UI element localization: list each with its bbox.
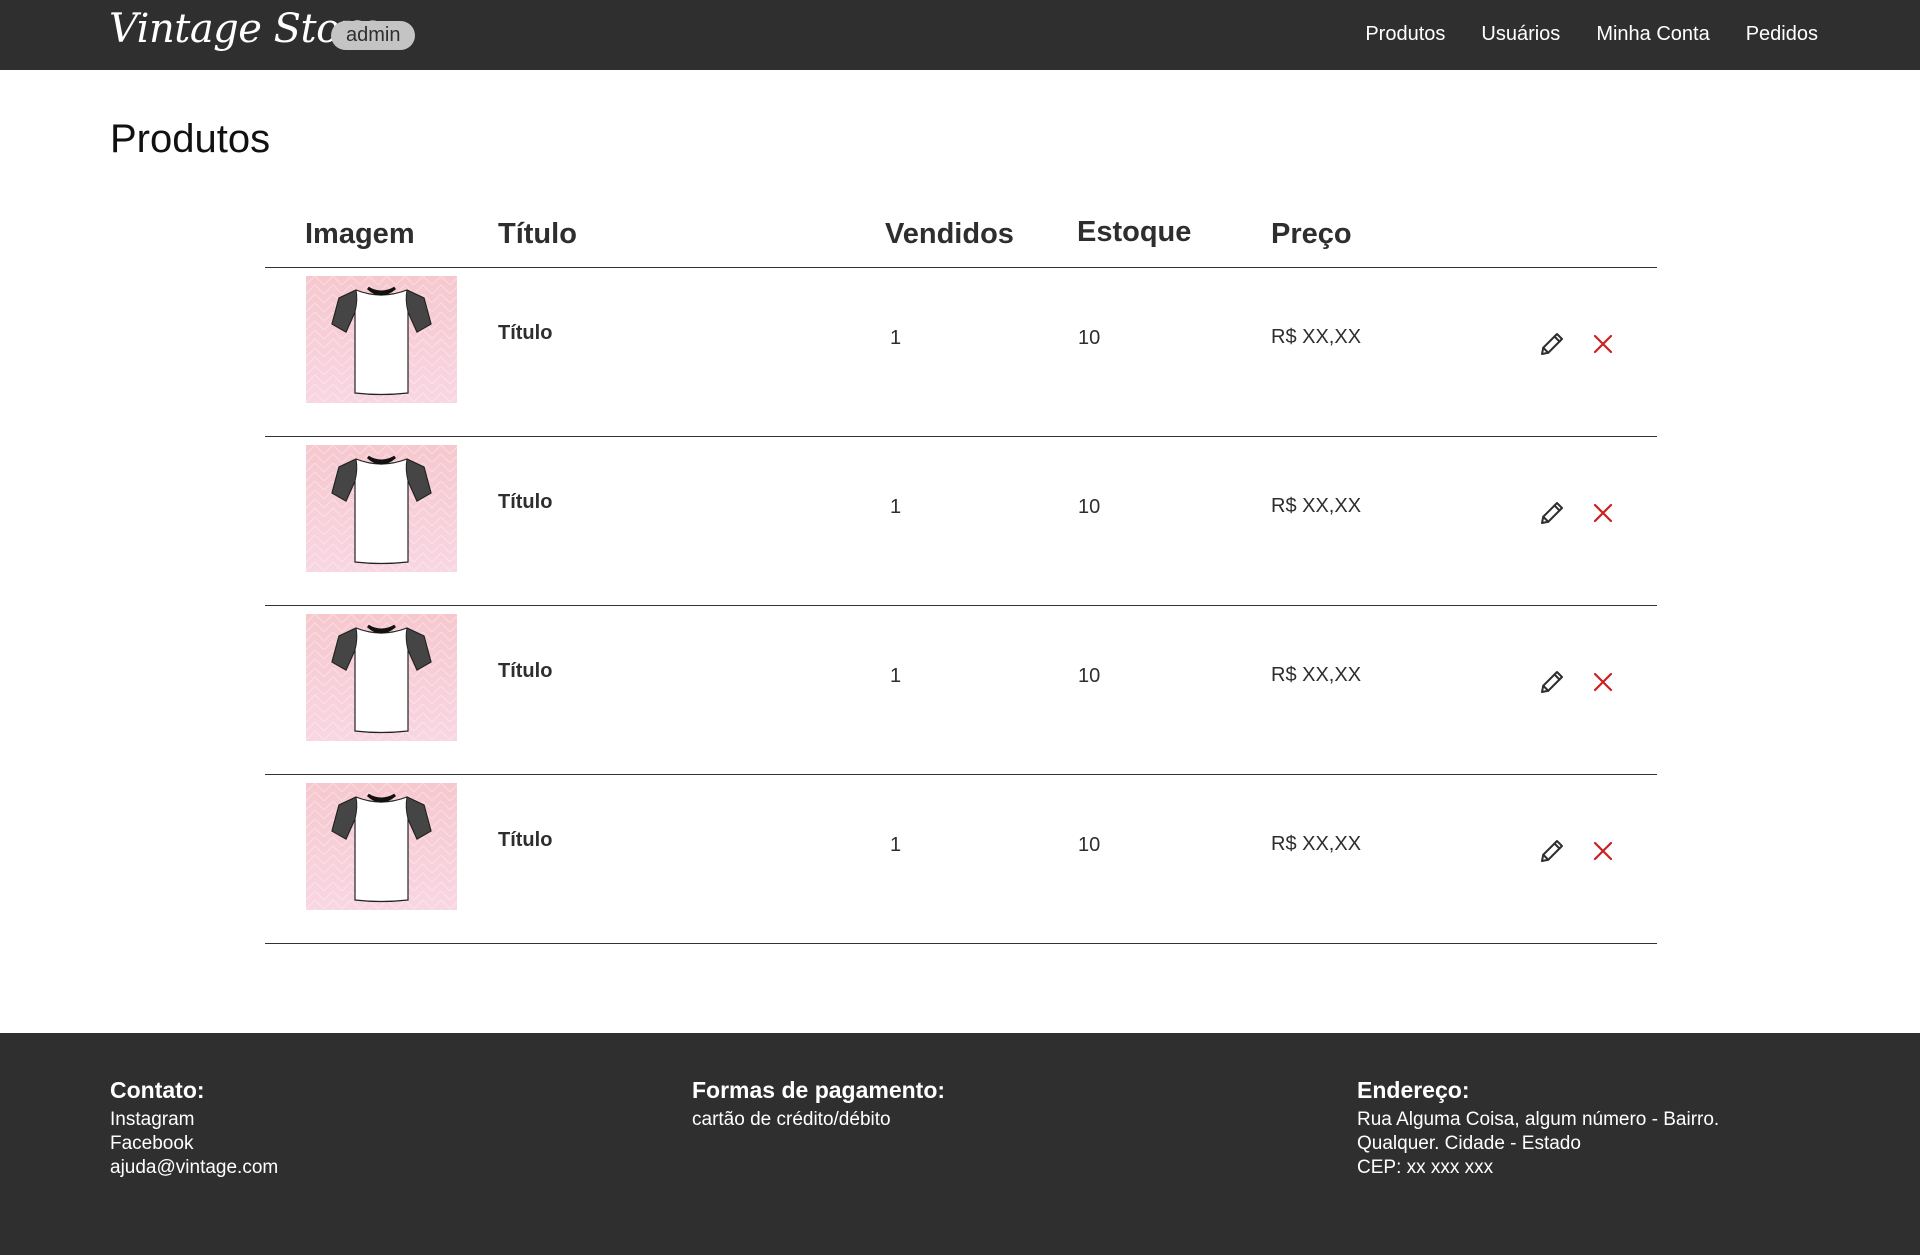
product-image bbox=[306, 614, 457, 741]
product-sold: 1 bbox=[890, 665, 902, 687]
edit-button[interactable] bbox=[1535, 497, 1569, 531]
close-icon bbox=[1591, 501, 1615, 528]
delete-button[interactable] bbox=[1586, 497, 1620, 531]
footer-contact-heading: Contato: bbox=[110, 1077, 205, 1103]
column-header-image: Imagem bbox=[305, 218, 415, 250]
footer-contact: Contato: Instagram Facebook ajuda@vintag… bbox=[110, 1076, 278, 1180]
product-stock: 10 bbox=[1078, 496, 1101, 518]
site-footer: Contato: Instagram Facebook ajuda@vintag… bbox=[0, 1033, 1920, 1255]
footer-address-city: Qualquer. Cidade - Estado bbox=[1357, 1133, 1581, 1154]
product-sold: 1 bbox=[890, 834, 902, 856]
table-row: Título 1 10 R$ XX,XX bbox=[265, 437, 1657, 606]
product-price: R$ XX,XX bbox=[1271, 833, 1362, 855]
product-title: Título bbox=[498, 660, 553, 682]
delete-button[interactable] bbox=[1586, 835, 1620, 869]
footer-address-zip: CEP: xx xxx xxx bbox=[1357, 1157, 1494, 1178]
column-header-sold: Vendidos bbox=[885, 218, 1014, 250]
edit-button[interactable] bbox=[1535, 835, 1569, 869]
products-table: Imagem Título Vendidos Estoque Preço Tít… bbox=[265, 205, 1657, 944]
product-stock: 10 bbox=[1078, 665, 1101, 687]
top-header: Vintage Store admin Produtos Usuários Mi… bbox=[0, 0, 1920, 70]
footer-link-facebook[interactable]: Facebook bbox=[110, 1132, 278, 1156]
footer-payment: Formas de pagamento: cartão de crédito/d… bbox=[692, 1076, 945, 1132]
table-row: Título 1 10 R$ XX,XX bbox=[265, 775, 1657, 944]
table-body: Título 1 10 R$ XX,XX Título 1 10 R$ XX,X… bbox=[265, 268, 1657, 944]
product-sold: 1 bbox=[890, 496, 902, 518]
table-row: Título 1 10 R$ XX,XX bbox=[265, 606, 1657, 775]
delete-button[interactable] bbox=[1586, 328, 1620, 362]
table-header: Imagem Título Vendidos Estoque Preço bbox=[265, 205, 1657, 268]
footer-link-instagram[interactable]: Instagram bbox=[110, 1108, 278, 1132]
product-price: R$ XX,XX bbox=[1271, 664, 1362, 686]
main-nav: Produtos Usuários Minha Conta Pedidos bbox=[1365, 21, 1818, 47]
product-stock: 10 bbox=[1078, 834, 1101, 856]
close-icon bbox=[1591, 839, 1615, 866]
footer-payment-heading: Formas de pagamento: bbox=[692, 1077, 946, 1103]
edit-button[interactable] bbox=[1535, 666, 1569, 700]
footer-address: Endereço: Rua Alguma Coisa, algum número… bbox=[1357, 1076, 1719, 1180]
product-title: Título bbox=[498, 491, 553, 513]
pencil-icon bbox=[1537, 498, 1567, 531]
footer-link-email[interactable]: ajuda@vintage.com bbox=[110, 1156, 278, 1180]
product-title: Título bbox=[498, 322, 553, 344]
page-title: Produtos bbox=[110, 117, 271, 161]
footer-address-street: Rua Alguma Coisa, algum número - Bairro. bbox=[1357, 1109, 1720, 1130]
product-stock: 10 bbox=[1078, 327, 1101, 349]
nav-minha-conta[interactable]: Minha Conta bbox=[1596, 21, 1709, 47]
product-title: Título bbox=[498, 829, 553, 851]
footer-payment-method: cartão de crédito/débito bbox=[692, 1109, 891, 1130]
product-image bbox=[306, 445, 457, 572]
pencil-icon bbox=[1537, 836, 1567, 869]
edit-button[interactable] bbox=[1535, 328, 1569, 362]
column-header-title: Título bbox=[498, 218, 577, 250]
admin-role-badge: admin bbox=[331, 21, 416, 50]
product-price: R$ XX,XX bbox=[1271, 326, 1362, 348]
product-sold: 1 bbox=[890, 327, 902, 349]
pencil-icon bbox=[1537, 667, 1567, 700]
product-image bbox=[306, 276, 457, 403]
column-header-price: Preço bbox=[1271, 218, 1352, 250]
nav-usuarios[interactable]: Usuários bbox=[1481, 21, 1560, 47]
pencil-icon bbox=[1537, 329, 1567, 362]
footer-address-heading: Endereço: bbox=[1357, 1077, 1470, 1103]
column-header-stock: Estoque bbox=[1077, 216, 1192, 248]
close-icon bbox=[1591, 670, 1615, 697]
table-row: Título 1 10 R$ XX,XX bbox=[265, 268, 1657, 437]
nav-produtos[interactable]: Produtos bbox=[1365, 21, 1445, 47]
nav-pedidos[interactable]: Pedidos bbox=[1746, 21, 1818, 47]
product-image bbox=[306, 783, 457, 910]
close-icon bbox=[1591, 332, 1615, 359]
delete-button[interactable] bbox=[1586, 666, 1620, 700]
product-price: R$ XX,XX bbox=[1271, 495, 1362, 517]
